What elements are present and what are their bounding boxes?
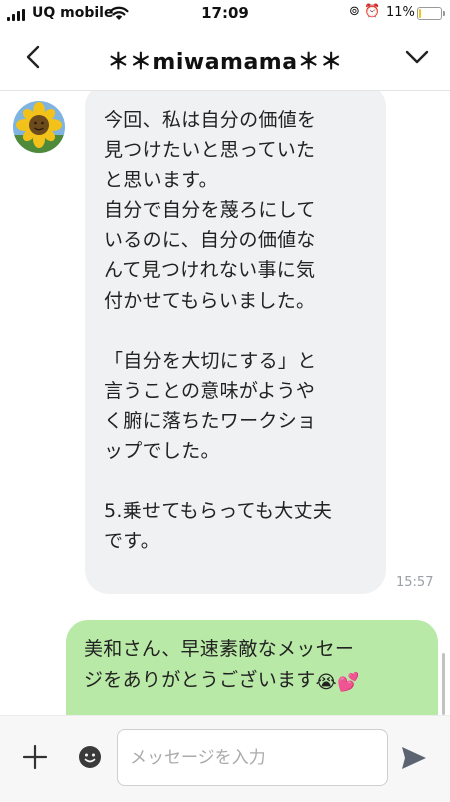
message-text: 美和さん、早速素敵なメッセー ジをありがとうございます😭💕: [84, 634, 422, 698]
outgoing-message-bubble[interactable]: 美和さん、早速素敵なメッセー ジをありがとうございます😭💕: [66, 620, 438, 715]
chevron-down-icon[interactable]: [402, 42, 432, 72]
message-list[interactable]: 今回、私は自分の価値を 見つけたいと思っていた と思います。 自分で自分を蔑ろに…: [0, 91, 450, 715]
rotation-lock-icon: ⊚: [349, 4, 360, 19]
alarm-icon: ⏰: [364, 4, 381, 19]
plus-icon[interactable]: [22, 744, 48, 770]
avatar[interactable]: [13, 101, 65, 153]
battery-icon: [417, 7, 442, 20]
chat-title: ＊＊miwamama＊＊: [107, 50, 343, 75]
two-hearts-icon: 💕: [336, 672, 360, 693]
message-composer: [0, 715, 450, 802]
chat-header: ＊＊miwamama＊＊: [0, 26, 450, 91]
crying-face-icon: 😭: [315, 672, 337, 693]
sticker-emoji-icon[interactable]: [78, 745, 102, 769]
send-icon[interactable]: [401, 746, 427, 770]
message-timestamp: 15:57: [396, 575, 434, 590]
battery-level: [419, 9, 421, 18]
back-arrow-icon[interactable]: [20, 42, 50, 72]
status-bar: UQ mobile 17:09 ⊚ ⏰ 11%: [0, 0, 450, 26]
message-text: 今回、私は自分の価値を 見つけたいと思っていた と思います。 自分で自分を蔑ろに…: [104, 109, 333, 553]
incoming-message-bubble[interactable]: 今回、私は自分の価値を 見つけたいと思っていた と思います。 自分で自分を蔑ろに…: [85, 91, 386, 594]
sunflower-avatar-image: [13, 101, 65, 153]
message-input[interactable]: [117, 729, 388, 786]
battery-percent: 11%: [386, 5, 415, 20]
clock: 17:09: [201, 4, 249, 22]
scrollbar[interactable]: [442, 653, 445, 715]
